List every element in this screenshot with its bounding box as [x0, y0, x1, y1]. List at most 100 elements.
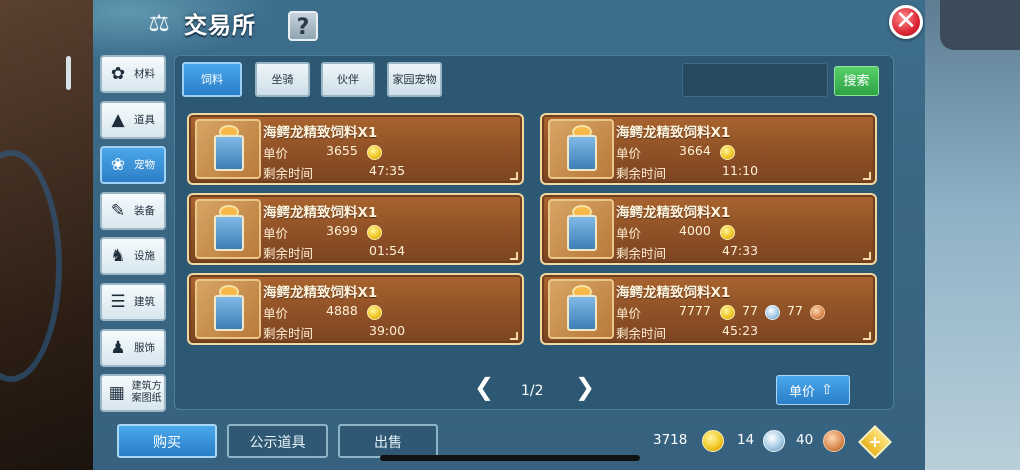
sidebar-item-equipment[interactable]: ✎ 装备 — [100, 191, 166, 230]
listing-card[interactable]: 海鳄龙精致饲料X1 单价 7777 77 77 剩余时间 45:23 — [540, 273, 877, 345]
listing-card[interactable]: 海鳄龙精致饲料X1 单价 3664 剩余时间 11:10 — [540, 113, 877, 185]
sidebar-item-label: 装备 — [134, 204, 155, 217]
gold-coin-icon — [367, 145, 382, 160]
gold-coin-icon — [367, 225, 382, 240]
blueprint-icon: ▦ — [108, 383, 125, 404]
facility-icon: ♞ — [110, 246, 126, 267]
scale-icon: ⚖ — [148, 9, 170, 37]
prev-page-icon[interactable]: ❮ — [474, 373, 494, 401]
time-label: 剩余时间 — [263, 246, 314, 261]
item-name: 海鳄龙精致饲料X1 — [263, 205, 378, 221]
tab-partner[interactable]: 伙伴 — [321, 62, 375, 97]
feed-item-icon — [548, 199, 614, 259]
tab-home-pet[interactable]: 家园宠物 — [387, 62, 442, 97]
wallet-gold: 3718 — [653, 432, 688, 448]
sidebar-item-prop[interactable]: ▲ 道具 — [100, 100, 166, 139]
price-value: 3664 — [679, 143, 711, 158]
sort-label: 单价 — [788, 384, 815, 400]
price-label: 单价 — [263, 306, 289, 321]
public-items-button[interactable]: 公示道具 — [227, 424, 328, 458]
corner-icon — [510, 332, 518, 340]
price-value: 3699 — [326, 223, 358, 238]
time-label: 剩余时间 — [616, 326, 667, 341]
corner-icon — [510, 252, 518, 260]
gold-coin-icon — [720, 145, 735, 160]
time-label: 剩余时间 — [616, 166, 667, 181]
time-label: 剩余时间 — [263, 326, 314, 341]
item-name: 海鳄龙精致饲料X1 — [263, 285, 378, 301]
feed-item-icon — [195, 279, 261, 339]
item-name: 海鳄龙精致饲料X1 — [616, 205, 731, 221]
feed-item-icon — [195, 199, 261, 259]
sidebar-item-material[interactable]: ✿ 材料 — [100, 55, 166, 93]
sidebar-item-facility[interactable]: ♞ 设施 — [100, 237, 166, 276]
gold-coin-icon — [702, 430, 724, 452]
background-scene-left — [0, 0, 95, 470]
close-icon: ✕ — [895, 6, 917, 36]
sidebar-item-label: 材料 — [134, 68, 155, 80]
listing-card[interactable]: 海鳄龙精致饲料X1 单价 4000 剩余时间 47:33 — [540, 193, 877, 265]
price-label: 单价 — [616, 306, 642, 321]
gold-coin-icon — [367, 305, 382, 320]
price-label: 单价 — [263, 146, 289, 161]
feed-item-icon — [548, 119, 614, 179]
material-icon: ✿ — [110, 64, 126, 84]
silver-coin-icon — [763, 430, 785, 452]
copper-coin-icon — [810, 305, 825, 320]
sidebar-item-label: 设施 — [134, 250, 155, 263]
category-sidebar: ✿ 材料 ▲ 道具 ❀ 宠物 ✎ 装备 ♞ 设施 ☰ 建筑 ♟ 服饰 ▦ 建筑方案图纸 — [100, 55, 168, 420]
time-remaining: 47:35 — [369, 163, 406, 178]
background-scene-right — [925, 0, 1020, 470]
price-label: 单价 — [616, 226, 642, 241]
search-input[interactable] — [682, 63, 828, 97]
search-button[interactable]: 搜索 — [834, 66, 879, 96]
corner-icon — [510, 172, 518, 180]
corner-icon — [863, 252, 871, 260]
corner-icon — [863, 332, 871, 340]
help-button[interactable]: ? — [288, 11, 318, 41]
home-indicator — [380, 455, 640, 461]
listing-card[interactable]: 海鳄龙精致饲料X1 单价 3655 剩余时间 47:35 — [187, 113, 524, 185]
sidebar-item-label: 建筑 — [134, 295, 155, 308]
tab-feed[interactable]: 饲料 — [182, 62, 242, 97]
sell-button[interactable]: 出售 — [338, 424, 438, 458]
sidebar-item-label: 服饰 — [134, 341, 155, 354]
time-label: 剩余时间 — [616, 246, 667, 261]
sort-arrow-icon: ⇧ — [821, 382, 833, 398]
equipment-icon: ✎ — [110, 200, 126, 221]
sort-by-price-button[interactable]: 单价 ⇧ — [776, 375, 850, 405]
listing-card[interactable]: 海鳄龙精致饲料X1 单价 3699 剩余时间 01:54 — [187, 193, 524, 265]
item-name: 海鳄龙精致饲料X1 — [616, 125, 731, 141]
price-label: 单价 — [263, 226, 289, 241]
tab-mount[interactable]: 坐骑 — [255, 62, 310, 97]
gold-coin-icon — [720, 305, 735, 320]
listing-card[interactable]: 海鳄龙精致饲料X1 单价 4888 剩余时间 39:00 — [187, 273, 524, 345]
page-indicator: 1/2 — [521, 383, 544, 399]
feed-item-icon — [548, 279, 614, 339]
prop-icon: ▲ — [111, 109, 125, 130]
buy-button[interactable]: 购买 — [117, 424, 217, 458]
paw-icon: ❀ — [110, 155, 126, 176]
gold-coin-icon — [720, 225, 735, 240]
close-button[interactable]: ✕ — [889, 5, 923, 39]
item-name: 海鳄龙精致饲料X1 — [616, 285, 731, 301]
corner-icon — [863, 172, 871, 180]
sidebar-item-label: 宠物 — [134, 159, 155, 172]
sidebar-item-pet[interactable]: ❀ 宠物 — [100, 146, 166, 185]
time-remaining: 45:23 — [722, 323, 759, 338]
building-icon: ☰ — [110, 291, 126, 312]
next-page-icon[interactable]: ❯ — [575, 373, 595, 401]
sidebar-item-label: 建筑方案图纸 — [131, 381, 162, 405]
sidebar-item-blueprint[interactable]: ▦ 建筑方案图纸 — [100, 374, 166, 413]
copper-coin-icon — [823, 430, 845, 452]
time-remaining: 47:33 — [722, 243, 759, 258]
sidebar-item-building[interactable]: ☰ 建筑 — [100, 282, 166, 321]
clothing-icon: ♟ — [110, 337, 126, 358]
plus-icon: + — [868, 432, 882, 451]
price-label: 单价 — [616, 146, 642, 161]
price-value: 7777 — [679, 303, 711, 318]
sidebar-item-clothing[interactable]: ♟ 服饰 — [100, 328, 166, 367]
side-scroll-indicator — [66, 56, 71, 90]
wallet-copper: 40 — [796, 432, 814, 448]
price-value: 4888 — [326, 303, 358, 318]
